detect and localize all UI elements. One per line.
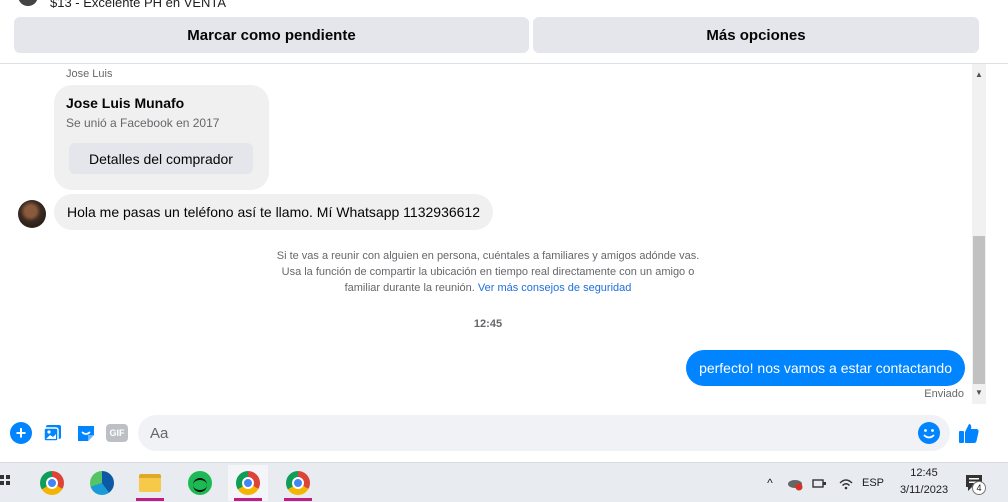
windows-taskbar: ^ ESP 12:45 3/11/2023 4 xyxy=(0,462,1008,502)
safety-tips-link[interactable]: Ver más consejos de seguridad xyxy=(478,282,631,294)
like-icon[interactable] xyxy=(958,422,980,444)
plus-icon[interactable]: + xyxy=(10,422,32,444)
spotify-icon xyxy=(188,471,212,495)
message-timestamp: 12:45 xyxy=(473,318,503,330)
chrome-icon xyxy=(236,471,260,495)
taskbar-chrome-profile-a[interactable] xyxy=(228,465,268,501)
chrome-icon xyxy=(40,471,64,495)
safety-text-line-last: familiar durante la reunión. Ver más con… xyxy=(250,280,726,296)
buyer-details-button[interactable]: Detalles del comprador xyxy=(69,143,253,174)
safety-text-line: Usa la función de compartir la ubicación… xyxy=(281,266,695,278)
buyer-joined-date: Se unió a Facebook en 2017 xyxy=(66,116,220,130)
task-view-icon[interactable] xyxy=(0,473,12,491)
more-options-button[interactable]: Más opciones xyxy=(533,17,979,53)
mark-pending-button[interactable]: Marcar como pendiente xyxy=(14,17,529,53)
sender-name: Jose Luis xyxy=(66,68,113,80)
scroll-up-icon[interactable]: ▲ xyxy=(972,68,986,82)
message-composer: + GIF xyxy=(0,410,1008,458)
clock-time: 12:45 xyxy=(910,467,938,479)
sent-status: Enviado xyxy=(924,388,964,400)
message-input[interactable] xyxy=(138,415,950,451)
safety-text: familiar durante la reunión. xyxy=(344,282,475,294)
conversation-header: $13 - Excelente PH en VENTA Marcar como … xyxy=(0,0,1008,64)
taskbar-chrome[interactable] xyxy=(32,465,72,501)
scroll-thumb[interactable] xyxy=(973,236,985,384)
buyer-card: Jose Luis Munafo Se unió a Facebook en 2… xyxy=(54,85,269,190)
safety-notice: Si te vas a reunir con alguien en person… xyxy=(250,248,726,296)
chrome-icon xyxy=(286,471,310,495)
avatar[interactable] xyxy=(18,200,46,228)
messenger-window: $13 - Excelente PH en VENTA Marcar como … xyxy=(0,0,1008,502)
buyer-name: Jose Luis Munafo xyxy=(66,95,185,111)
file-explorer-icon xyxy=(139,474,161,492)
language-indicator[interactable]: ESP xyxy=(862,463,884,502)
network-icon[interactable] xyxy=(812,475,828,491)
scroll-down-icon[interactable]: ▼ xyxy=(972,386,986,400)
clock[interactable]: 12:45 3/11/2023 xyxy=(890,465,958,499)
messages-scrollbar[interactable]: ▲ ▼ xyxy=(972,64,986,404)
photo-icon[interactable] xyxy=(42,422,64,444)
outgoing-message[interactable]: perfecto! nos vamos a estar contactando xyxy=(686,350,965,386)
clock-date: 3/11/2023 xyxy=(899,484,949,496)
listing-thumbnail[interactable] xyxy=(18,0,38,6)
safety-text-line: Si te vas a reunir con alguien en person… xyxy=(276,250,700,262)
taskbar-chrome-profile-b[interactable] xyxy=(278,465,318,501)
emoji-icon[interactable] xyxy=(918,422,940,444)
edge-icon xyxy=(90,471,114,495)
gif-icon[interactable]: GIF xyxy=(106,424,128,442)
onedrive-icon[interactable] xyxy=(787,475,803,491)
notification-count: 4 xyxy=(972,481,986,495)
incoming-message[interactable]: Hola me pasas un teléfono así te llamo. … xyxy=(54,194,493,230)
taskbar-edge[interactable] xyxy=(82,465,122,501)
listing-title[interactable]: $13 - Excelente PH en VENTA xyxy=(50,0,226,10)
show-hidden-icons[interactable]: ^ xyxy=(763,463,777,502)
taskbar-spotify[interactable] xyxy=(180,465,220,501)
taskbar-file-explorer[interactable] xyxy=(130,465,170,501)
sticker-icon[interactable] xyxy=(75,422,97,444)
wifi-icon[interactable] xyxy=(838,475,854,491)
